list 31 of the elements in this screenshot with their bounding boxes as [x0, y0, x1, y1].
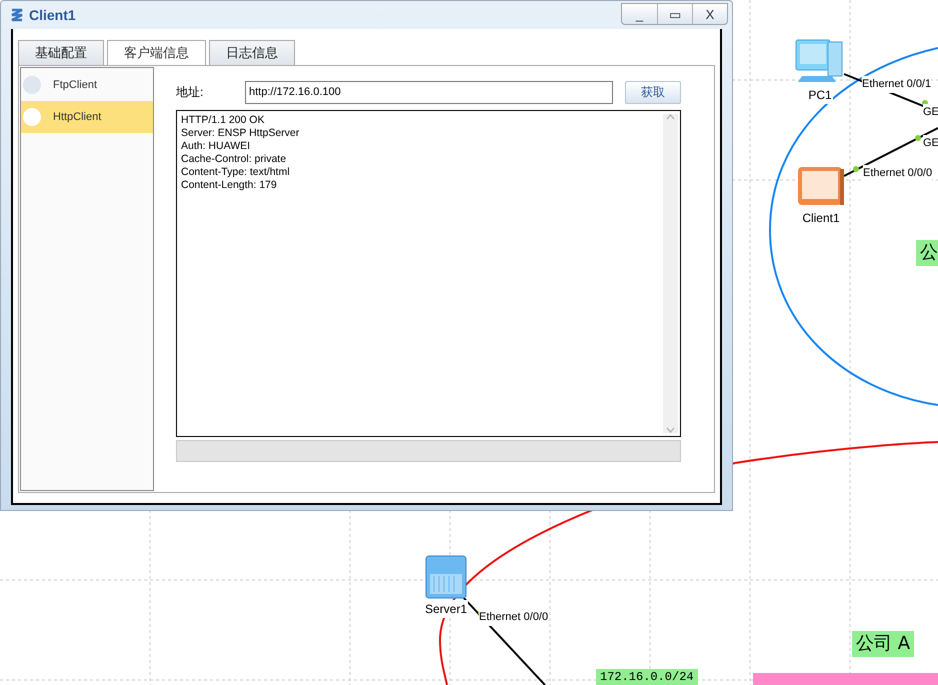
- window-title: Client1: [29, 6, 76, 24]
- minimize-button[interactable]: _: [622, 4, 657, 24]
- client-name: FtpClient: [53, 78, 98, 93]
- server-icon: [424, 554, 468, 600]
- tab[interactable]: 客户端信息: [107, 40, 206, 65]
- port-label: Ethernet 0/0/0: [479, 609, 548, 626]
- tab[interactable]: 日志信息: [209, 40, 295, 65]
- response-line: HTTP/1.1 200 OK: [181, 114, 266, 127]
- response-line: Server: ENSP HttpServer: [181, 127, 300, 140]
- response-line: Content-Type: text/html: [181, 166, 291, 179]
- close-button[interactable]: X: [692, 4, 727, 24]
- device-label: Server1: [424, 600, 468, 618]
- address-field[interactable]: http://172.16.0.100: [245, 80, 613, 104]
- client-name: HttpClient: [53, 110, 102, 125]
- address-label: 地址:: [176, 84, 204, 101]
- response-line: Auth: HUAWEI: [181, 140, 252, 153]
- scroll-down-icon: [666, 427, 675, 433]
- tab[interactable]: 基础配置: [18, 40, 104, 65]
- client-list-item[interactable]: HttpClient: [21, 101, 153, 133]
- scroll-up-icon: [666, 114, 675, 120]
- app-icon: [9, 7, 25, 23]
- response-line: Content-Length: 179: [181, 179, 278, 192]
- client-list-item[interactable]: FtpClient: [21, 69, 153, 101]
- port-label: Ethernet 0/0/0: [863, 165, 932, 182]
- area-label: 公司 A: [852, 631, 914, 657]
- fetch-button[interactable]: 获取: [625, 80, 681, 104]
- network-label: 172.16.0.0/24: [596, 669, 698, 685]
- maximize-button[interactable]: ▭: [657, 4, 692, 24]
- area-label: 公: [916, 240, 938, 266]
- response-line: Cache-Control: private: [181, 153, 288, 166]
- port-label: Ethernet 0/0/1: [862, 76, 932, 92]
